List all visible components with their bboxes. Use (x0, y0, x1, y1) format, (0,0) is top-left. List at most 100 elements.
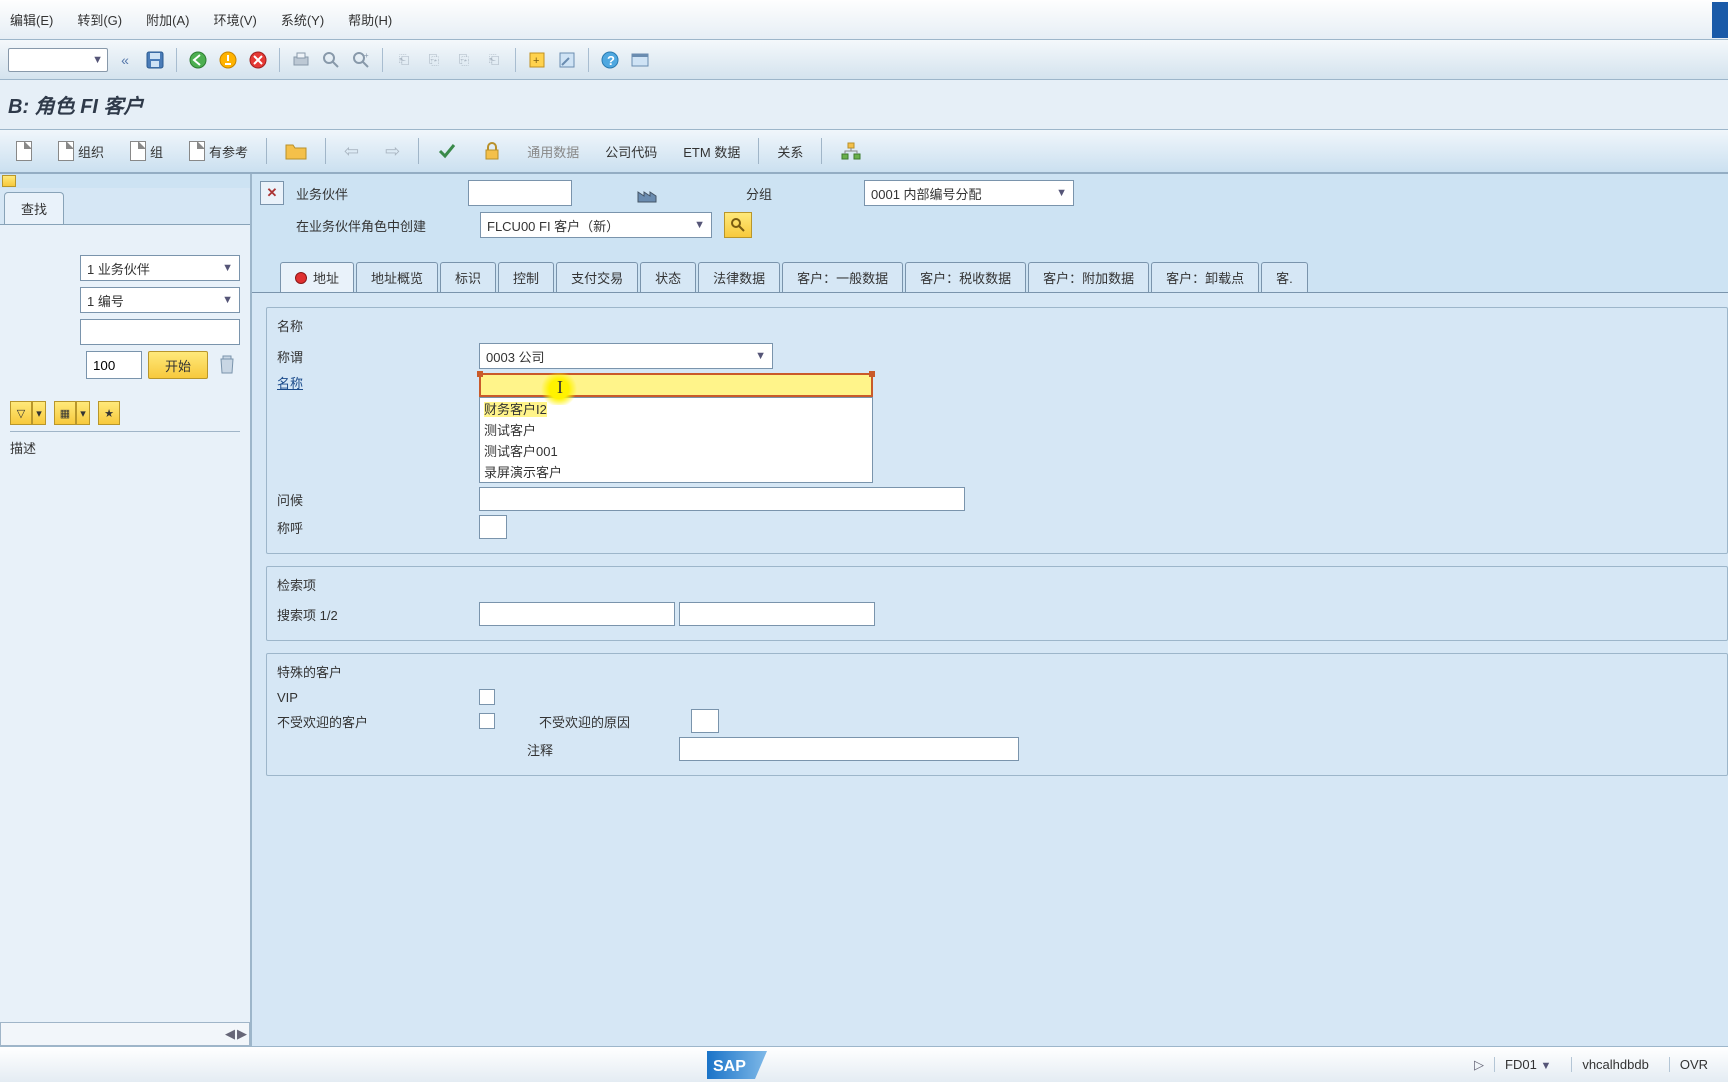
status-bar: SAP ▷ FD01 ▼ vhcalhdbdb OVR (0, 1046, 1728, 1082)
hierarchy-icon[interactable] (832, 137, 870, 165)
role-search-icon[interactable] (724, 212, 752, 238)
group-name-title: 名称 (277, 316, 1717, 335)
menu-help[interactable]: 帮助(H) (348, 10, 392, 29)
etm-data-button[interactable]: ETM 数据 (675, 138, 748, 165)
tab-payment[interactable]: 支付交易 (556, 262, 638, 292)
search12-label: 搜索项 1/2 (277, 605, 467, 624)
tab-find[interactable]: 查找 (4, 192, 64, 224)
start-button[interactable]: 开始 (148, 351, 208, 379)
common-data-button[interactable]: 通用数据 (519, 138, 587, 165)
tab-customer-unloading[interactable]: 客户：卸载点 (1151, 262, 1259, 292)
menu-env[interactable]: 环境(V) (213, 10, 256, 29)
partner-input[interactable] (468, 180, 572, 206)
print-icon[interactable] (288, 47, 314, 73)
left-panel: 查找 1 业务伙伴▼ 1 编号▼ 开始 (0, 174, 252, 1046)
vip-checkbox[interactable] (479, 689, 495, 705)
cancel-icon[interactable] (245, 47, 271, 73)
open-folder-icon[interactable] (277, 138, 315, 164)
group-button[interactable]: 组 (122, 137, 171, 165)
unwelcome-checkbox[interactable] (479, 713, 495, 729)
next-page-icon[interactable]: ⎘ (451, 47, 477, 73)
address-form-label: 称呼 (277, 518, 467, 537)
relation-button[interactable]: 关系 (769, 138, 811, 165)
filter-icon[interactable]: ▽ (10, 401, 32, 425)
partner-label: 业务伙伴 (296, 184, 456, 203)
save-icon[interactable] (142, 47, 168, 73)
find-value-input[interactable] (80, 319, 240, 345)
command-field[interactable]: ▼ (8, 48, 108, 72)
prev-page-icon[interactable]: ⎘ (421, 47, 447, 73)
tab-customer-more[interactable]: 客. (1261, 262, 1308, 292)
panel-toggle-icon[interactable] (2, 175, 16, 187)
layout-drop-icon[interactable]: ▾ (76, 401, 90, 425)
menu-system[interactable]: 系统(Y) (281, 10, 324, 29)
find-by-select[interactable]: 1 业务伙伴▼ (80, 255, 240, 281)
tab-address[interactable]: 地址 (280, 262, 354, 292)
company-code-button[interactable]: 公司代码 (597, 138, 665, 165)
group-special: 特殊的客户 VIP 不受欢迎的客户 不受欢迎的原因 注释 (266, 653, 1728, 776)
lock-icon[interactable] (475, 137, 509, 165)
person-btn-icon[interactable] (8, 137, 40, 165)
layout-icon[interactable] (627, 47, 653, 73)
help-icon[interactable]: ? (597, 47, 623, 73)
find-next-icon[interactable]: + (348, 47, 374, 73)
close-icon[interactable]: ✕ (260, 181, 284, 205)
check-icon[interactable] (429, 137, 465, 165)
nav-fwd-icon[interactable]: ⇨ (377, 137, 408, 166)
tab-address-overview[interactable]: 地址概览 (356, 262, 438, 292)
back-dbl-icon[interactable]: « (112, 47, 138, 73)
tab-identification[interactable]: 标识 (440, 262, 496, 292)
tab-customer-additional[interactable]: 客户：附加数据 (1028, 262, 1149, 292)
menu-edit[interactable]: 编辑(E) (10, 10, 53, 29)
unwelcome-reason-label: 不受欢迎的原因 (539, 712, 679, 731)
layout-grid-icon[interactable]: ▦ (54, 401, 76, 425)
role-select[interactable]: FLCU00 FI 客户（新）▼ (480, 212, 712, 238)
svg-text:+: + (533, 55, 539, 67)
search2-input[interactable] (679, 602, 875, 626)
greeting-input[interactable] (479, 487, 965, 511)
vip-label: VIP (277, 690, 467, 705)
new-session-icon[interactable]: + (524, 47, 550, 73)
find-field-select[interactable]: 1 编号▼ (80, 287, 240, 313)
back-icon[interactable] (185, 47, 211, 73)
note-input[interactable] (679, 737, 1019, 761)
group-name: 名称 称谓 0003 公司▼ 名称 I 财务客户I2 (266, 307, 1728, 554)
suggest-item[interactable]: 财务客户I2 (480, 398, 872, 419)
suggest-item[interactable]: 录屏演示客户 (480, 461, 872, 482)
filter-drop-icon[interactable]: ▾ (32, 401, 46, 425)
unwelcome-reason-input[interactable] (691, 709, 719, 733)
last-page-icon[interactable]: ⎗ (481, 47, 507, 73)
nav-back-icon[interactable]: ⇦ (336, 137, 367, 166)
suggest-item[interactable]: 测试客户 (480, 419, 872, 440)
tab-control[interactable]: 控制 (498, 262, 554, 292)
ref-button[interactable]: 有参考 (181, 137, 256, 165)
status-expand-icon[interactable]: ▷ (1474, 1057, 1484, 1073)
exit-icon[interactable] (215, 47, 241, 73)
salutation-select[interactable]: 0003 公司▼ (479, 343, 773, 369)
name-label-link[interactable]: 名称 (277, 373, 467, 392)
address-form-input[interactable] (479, 515, 507, 539)
left-scrollbar[interactable]: ◀▶ (0, 1022, 250, 1046)
max-hits-input[interactable] (86, 351, 142, 379)
group-label: 组 (150, 142, 163, 161)
tab-status[interactable]: 状态 (640, 262, 696, 292)
suggest-item[interactable]: 测试客户001 (480, 440, 872, 461)
menu-attach[interactable]: 附加(A) (146, 10, 189, 29)
search1-input[interactable] (479, 602, 675, 626)
page-title: B: 角色 FI 客户 (0, 80, 1728, 130)
group-select[interactable]: 0001 内部编号分配▼ (864, 180, 1074, 206)
status-system: vhcalhdbdb (1571, 1057, 1659, 1072)
org-button[interactable]: 组织 (50, 137, 112, 165)
first-page-icon[interactable]: ⎗ (391, 47, 417, 73)
favorite-icon[interactable]: ★ (98, 401, 120, 425)
tab-legal[interactable]: 法律数据 (698, 262, 780, 292)
tab-customer-general[interactable]: 客户：一般数据 (782, 262, 903, 292)
find-icon[interactable] (318, 47, 344, 73)
menu-goto[interactable]: 转到(G) (77, 10, 122, 29)
greeting-label: 问候 (277, 490, 467, 509)
trash-icon[interactable] (214, 351, 240, 377)
shortcut-icon[interactable] (554, 47, 580, 73)
tab-customer-tax[interactable]: 客户：税收数据 (905, 262, 1026, 292)
group-search: 检索项 搜索项 1/2 (266, 566, 1728, 641)
name-input[interactable]: I (479, 373, 873, 397)
